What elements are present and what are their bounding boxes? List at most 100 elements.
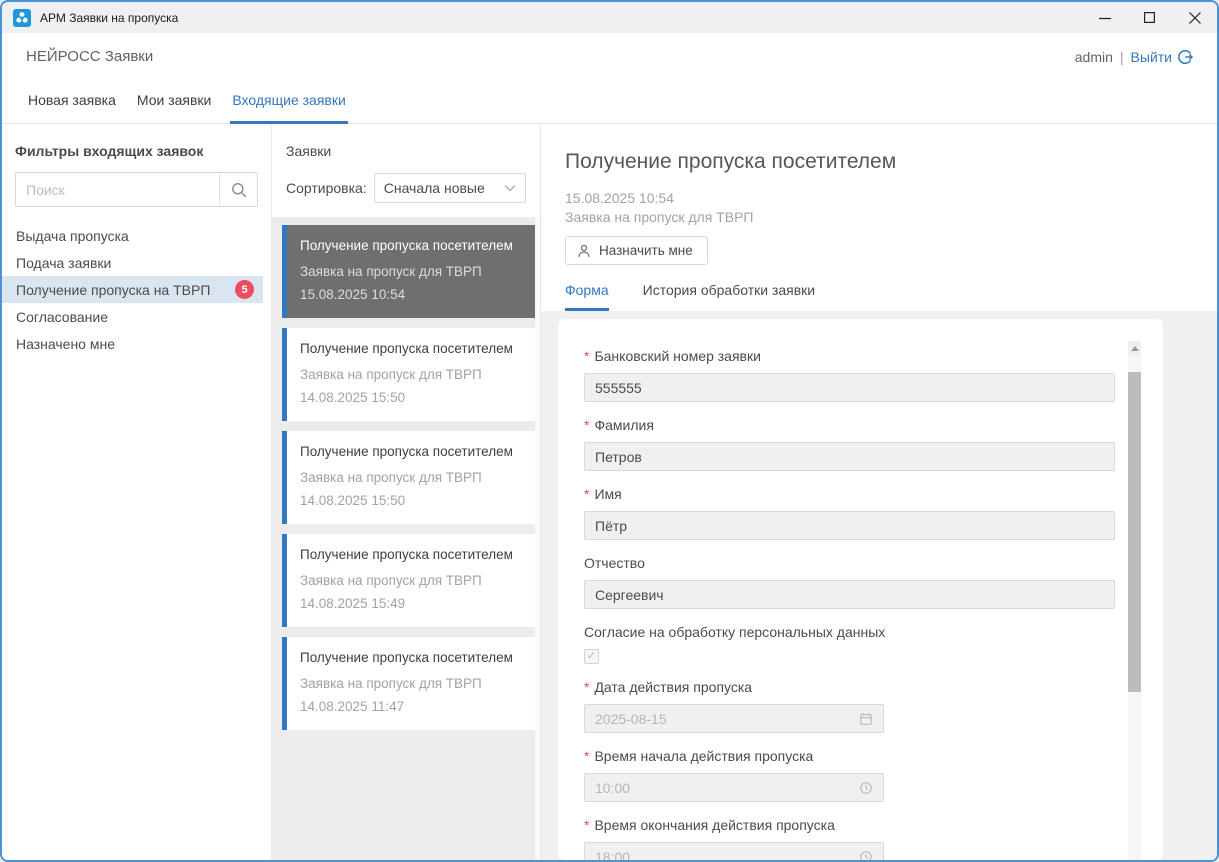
main-tab[interactable]: Новая заявка [26,92,118,124]
search-icon [230,181,248,199]
sort-row: Сортировка: Сначала новые [286,173,526,203]
close-button[interactable] [1172,2,1217,33]
filter-item-label: Выдача пропуска [16,228,129,244]
requests-title: Заявки [286,143,526,159]
brand-title: НЕЙРОСС Заявки [26,48,153,65]
app-header: НЕЙРОСС Заявки admin | Выйти [2,33,1217,80]
field-label: * Дата действия пропуска [584,679,1137,695]
filters-title: Фильтры входящих заявок [2,143,271,159]
main-tab-label: Новая заявка [28,92,116,108]
assign-to-me-button[interactable]: Назначить мне [565,236,708,265]
chevron-down-icon [504,184,516,192]
filter-item[interactable]: Подача заявки [2,249,263,276]
filter-item[interactable]: Выдача пропуска [2,222,263,249]
form-fields: * Банковский номер заявки * Фамилия * Им… [584,348,1137,862]
text-input-value[interactable] [595,380,1104,396]
requests-column: Заявки Сортировка: Сначала новые Получен… [272,124,540,860]
field-label-text: Отчество [584,555,645,571]
sort-label: Сортировка: [286,180,367,196]
content-area: Фильтры входящих заявок Выдача пропуска … [2,124,1217,860]
text-input-value[interactable] [595,587,1104,603]
clock-icon [859,781,873,795]
minimize-icon [1099,12,1111,24]
request-card-title: Получение пропуска посетителем [300,545,527,565]
search-button[interactable] [219,173,257,206]
text-input-value[interactable] [595,449,1104,465]
minimize-button[interactable] [1082,2,1127,33]
detail-title: Получение пропуска посетителем [565,150,1193,174]
field-label: * Банковский номер заявки [584,348,1137,364]
field-label-text: Фамилия [594,417,653,433]
field-label: Согласие на обработку персональных данны… [584,624,1137,640]
detail-subtitle: Заявка на пропуск для ТВРП [565,208,1193,227]
app-logo-icon [13,9,31,27]
text-input[interactable] [584,580,1115,609]
logout-label: Выйти [1131,49,1172,65]
text-input[interactable] [584,511,1115,540]
filter-item[interactable]: Получение пропуска на ТВРП 5 [2,276,263,303]
field-label: * Имя [584,486,1137,502]
clock-icon [859,850,873,862]
form-field: Согласие на обработку персональных данны… [584,624,1137,664]
user-area: admin | Выйти [1075,49,1193,65]
main-tab-label: Входящие заявки [232,92,345,108]
checkmark-icon: ✓ [587,651,596,662]
field-label: Отчество [584,555,1137,571]
text-input[interactable] [584,373,1115,402]
scroll-up-icon [1131,346,1139,351]
request-card-subtitle: Заявка на пропуск для ТВРП [300,365,527,385]
detail-tabs: Форма История обработки заявки [565,282,1193,311]
scrollbar-thumb[interactable] [1128,372,1141,692]
user-separator: | [1120,49,1124,65]
consent-checkbox[interactable]: ✓ [584,649,599,664]
logout-icon [1177,49,1193,65]
text-input-value[interactable] [595,518,1104,534]
detail-tab[interactable]: Форма [565,282,609,311]
requests-header: Заявки Сортировка: Сначала новые [272,124,540,217]
filter-item[interactable]: Согласование [2,303,263,330]
request-card-datetime: 14.08.2025 11:47 [300,697,527,717]
detail-body: * Банковский номер заявки * Фамилия * Им… [541,311,1217,860]
request-card[interactable]: Получение пропуска посетителем Заявка на… [282,431,537,524]
form-scrollbar [1128,341,1141,860]
detail-datetime: 15.08.2025 10:54 [565,189,1193,208]
request-card[interactable]: Получение пропуска посетителем Заявка на… [282,225,537,318]
detail-header: Получение пропуска посетителем 15.08.202… [541,124,1217,311]
sort-select[interactable]: Сначала новые [374,173,526,203]
search-input[interactable] [16,173,219,206]
detail-tab-label: Форма [565,282,609,298]
request-card[interactable]: Получение пропуска посетителем Заявка на… [282,328,537,421]
request-card[interactable]: Получение пропуска посетителем Заявка на… [282,637,537,730]
field-label-text: Время окончания действия пропуска [594,817,834,833]
required-asterisk: * [584,679,589,695]
main-tabbar: Новая заявка Мои заявки Входящие заявки [2,80,1217,124]
field-label-text: Дата действия пропуска [594,679,752,695]
text-input[interactable] [584,442,1115,471]
request-card-subtitle: Заявка на пропуск для ТВРП [300,468,527,488]
form-field: * Время окончания действия пропуска 18:0… [584,817,1137,862]
picker-input[interactable]: 10:00 [584,773,884,802]
request-card-datetime: 14.08.2025 15:50 [300,388,527,408]
picker-input[interactable]: 2025-08-15 [584,704,884,733]
request-card[interactable]: Получение пропуска посетителем Заявка на… [282,534,537,627]
detail-pane: Получение пропуска посетителем 15.08.202… [540,124,1217,860]
maximize-button[interactable] [1127,2,1172,33]
request-card-subtitle: Заявка на пропуск для ТВРП [300,674,527,694]
main-tab[interactable]: Входящие заявки [230,92,347,124]
app-window: АРМ Заявки на пропуска НЕЙРОСС Заявки ad… [0,0,1219,862]
field-label: * Время начала действия пропуска [584,748,1137,764]
main-tab[interactable]: Мои заявки [135,92,213,124]
picker-value: 18:00 [595,849,630,862]
picker-input[interactable]: 18:00 [584,842,884,862]
picker-value: 2025-08-15 [595,711,667,727]
form-card: * Банковский номер заявки * Фамилия * Им… [558,319,1163,860]
filter-list: Выдача пропуска Подача заявки Получение … [2,222,271,357]
requests-list: Получение пропуска посетителем Заявка на… [272,217,540,860]
assign-button-label: Назначить мне [599,243,693,258]
required-asterisk: * [584,348,589,364]
detail-tab[interactable]: История обработки заявки [643,282,815,311]
logout-link[interactable]: Выйти [1131,49,1193,65]
filter-item[interactable]: Назначено мне [2,330,263,357]
scroll-up-button[interactable] [1128,341,1141,356]
request-card-datetime: 14.08.2025 15:49 [300,594,527,614]
